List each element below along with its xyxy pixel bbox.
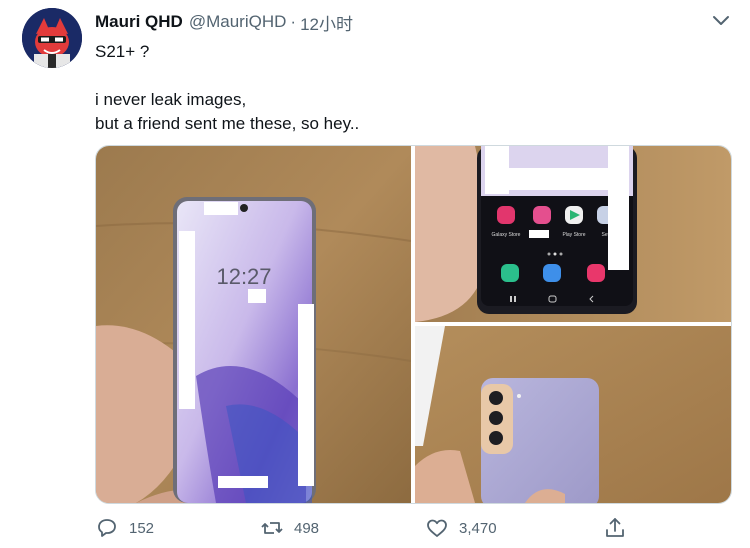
caret-down-icon <box>713 16 729 25</box>
app-label-play-store: Play Store <box>562 232 585 238</box>
tweet[interactable]: Mauri QHD @MauriQHD · 12小时 S21+ ? i neve… <box>0 0 750 548</box>
more-options-button[interactable] <box>708 10 734 32</box>
retweet-icon <box>261 522 283 534</box>
like-icon <box>427 519 447 537</box>
share-button[interactable] <box>603 512 627 544</box>
tweet-header: Mauri QHD @MauriQHD · 12小时 <box>95 10 353 34</box>
avatar[interactable] <box>22 8 82 68</box>
lock-screen-time: 12:27 <box>216 264 271 289</box>
photo-phone-back[interactable] <box>415 326 731 503</box>
reply-button[interactable]: 152 <box>95 512 154 544</box>
tweet-text-line: but a friend sent me these, so hey.. <box>95 114 360 133</box>
photo-phone-apps[interactable]: Galaxy Store Play Store Sett <box>415 146 731 322</box>
separator-dot: · <box>290 12 297 31</box>
like-count: 3,470 <box>459 519 497 537</box>
retweet-count: 498 <box>294 519 320 537</box>
reply-count: 152 <box>129 519 155 537</box>
author-handle[interactable]: @MauriQHD <box>189 12 287 32</box>
tweet-text-line: i never leak images, <box>95 90 247 109</box>
reply-icon <box>98 519 116 537</box>
avatar-image <box>22 8 82 68</box>
tweet-actions: 152 498 3,470 <box>95 512 735 544</box>
app-label-galaxy-store: Galaxy Store <box>492 232 521 238</box>
retweet-button[interactable]: 498 <box>260 512 319 544</box>
timestamp[interactable]: 12小时 <box>300 10 353 35</box>
tweet-text-line: S21+ ? <box>95 42 150 61</box>
photo-phone-front[interactable]: 12:27 <box>96 146 411 503</box>
author-name[interactable]: Mauri QHD <box>95 12 183 32</box>
like-button[interactable]: 3,470 <box>425 512 497 544</box>
share-icon <box>606 518 624 537</box>
media-grid: 12:27 Galaxy Store Play Store Sett <box>95 145 732 504</box>
